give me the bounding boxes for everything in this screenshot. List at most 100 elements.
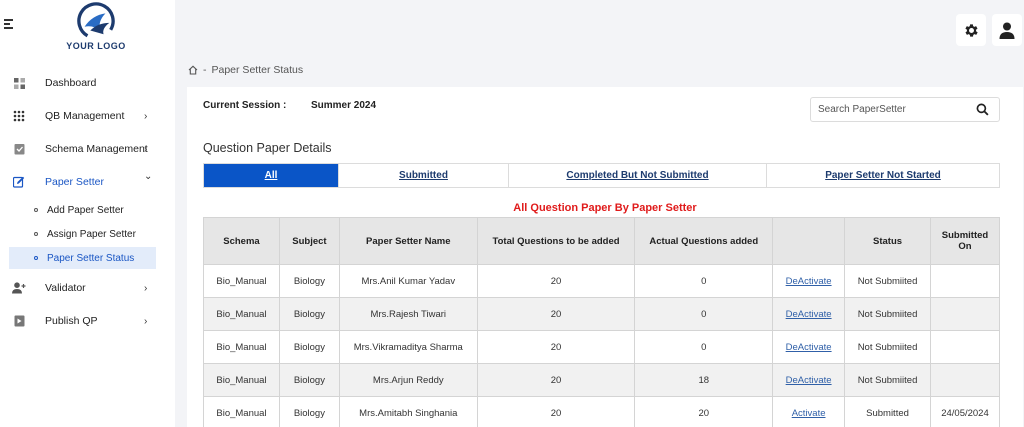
breadcrumb: - Paper Setter Status (188, 64, 303, 76)
clipboard-check-icon (12, 142, 26, 156)
sidebar-item-publish-qp[interactable]: Publish QP › (0, 307, 175, 335)
breadcrumb-separator: - (203, 64, 207, 76)
table-row: Bio_Manual Biology Mrs.Vikramaditya Shar… (203, 330, 1001, 364)
search-input[interactable] (811, 98, 971, 121)
dashboard-icon (12, 76, 26, 90)
cell-schema: Bio_Manual (203, 330, 280, 364)
cell-action: DeActivate (772, 264, 846, 298)
column-header-paper-setter-name: Paper Setter Name (338, 217, 478, 265)
cell-action: Activate (772, 396, 846, 427)
cell-actual: 0 (634, 264, 774, 298)
sidebar-subitem-assign-paper-setter[interactable]: Assign Paper Setter (9, 223, 156, 245)
column-header-schema: Schema (203, 217, 280, 265)
search-box (810, 97, 1000, 122)
cell-name: Mrs.Vikramaditya Sharma (338, 330, 478, 364)
grid-icon (12, 109, 26, 123)
cell-submitted-on (929, 264, 1001, 298)
logo-text: YOUR LOGO (66, 41, 126, 51)
tab-not-started[interactable]: Paper Setter Not Started (767, 164, 999, 187)
sidebar-item-validator[interactable]: Validator › (0, 274, 175, 302)
chevron-right-icon: › (144, 315, 148, 327)
deactivate-link[interactable]: DeActivate (786, 276, 832, 287)
cell-action: DeActivate (772, 363, 846, 397)
home-icon[interactable] (188, 65, 198, 75)
profile-button[interactable] (992, 14, 1022, 46)
table-header-row: Schema Subject Paper Setter Name Total Q… (203, 217, 1001, 265)
user-icon (999, 22, 1015, 39)
settings-button[interactable] (956, 14, 986, 46)
section-title: Question Paper Details (203, 141, 332, 155)
status-tabs: All Submitted Completed But Not Submitte… (203, 163, 1000, 188)
bullet-icon (34, 232, 38, 236)
table-row: Bio_Manual Biology Mrs.Arjun Reddy 20 18… (203, 363, 1001, 397)
sidebar-subitem-add-paper-setter[interactable]: Add Paper Setter (9, 199, 156, 221)
sidebar-item-label: Schema Management (45, 143, 148, 155)
cell-subject: Biology (278, 396, 340, 427)
deactivate-link[interactable]: DeActivate (786, 342, 832, 353)
sidebar-item-label: Dashboard (45, 77, 97, 89)
column-header-action (772, 217, 846, 265)
cell-status: Not Submiited (844, 264, 931, 298)
tab-completed-not-submitted[interactable]: Completed But Not Submitted (509, 164, 767, 187)
tab-all[interactable]: All (204, 164, 339, 187)
cell-action: DeActivate (772, 297, 846, 331)
cell-actual: 0 (634, 330, 774, 364)
sidebar-subitem-label: Paper Setter Status (47, 252, 135, 264)
logo-mark-icon (77, 2, 115, 40)
cell-subject: Biology (278, 363, 340, 397)
chevron-right-icon: › (144, 143, 148, 155)
app-root: YOUR LOGO Dashboard QB Management › Sche… (0, 0, 1024, 427)
cell-total: 20 (476, 363, 636, 397)
sidebar-item-qb-management[interactable]: QB Management › (0, 102, 175, 130)
sidebar-item-paper-setter[interactable]: Paper Setter ⌄ (0, 168, 175, 196)
cell-schema: Bio_Manual (203, 264, 280, 298)
cell-status: Not Submiited (844, 297, 931, 331)
edit-icon (12, 175, 26, 189)
cell-subject: Biology (278, 330, 340, 364)
table-caption: All Question Paper By Paper Setter (513, 202, 697, 214)
paper-setter-table: Schema Subject Paper Setter Name Total Q… (203, 217, 1001, 427)
cell-total: 20 (476, 396, 636, 427)
tab-submitted[interactable]: Submitted (339, 164, 509, 187)
table-row: Bio_Manual Biology Mrs.Amitabh Singhania… (203, 396, 1001, 427)
chevron-right-icon: › (144, 110, 148, 122)
sidebar-item-label: Validator (45, 282, 86, 294)
sidebar-subitem-paper-setter-status[interactable]: Paper Setter Status (9, 247, 156, 269)
cell-status: Not Submiited (844, 363, 931, 397)
user-add-icon (12, 281, 26, 295)
table-row: Bio_Manual Biology Mrs.Anil Kumar Yadav … (203, 264, 1001, 298)
cell-actual: 20 (634, 396, 774, 427)
cell-action: DeActivate (772, 330, 846, 364)
column-header-total-questions: Total Questions to be added (476, 217, 636, 265)
gear-icon (964, 23, 978, 37)
sidebar-item-dashboard[interactable]: Dashboard (0, 69, 175, 97)
cell-name: Mrs.Amitabh Singhania (338, 396, 478, 427)
cell-schema: Bio_Manual (203, 363, 280, 397)
cell-total: 20 (476, 297, 636, 331)
cell-subject: Biology (278, 264, 340, 298)
cell-name: Mrs.Rajesh Tiwari (338, 297, 478, 331)
sidebar-item-label: QB Management (45, 110, 125, 122)
cell-schema: Bio_Manual (203, 396, 280, 427)
cell-schema: Bio_Manual (203, 297, 280, 331)
cell-submitted-on: 24/05/2024 (929, 396, 1001, 427)
cell-status: Not Submiited (844, 330, 931, 364)
cell-actual: 18 (634, 363, 774, 397)
cell-name: Mrs.Arjun Reddy (338, 363, 478, 397)
activate-link[interactable]: Activate (792, 408, 826, 419)
column-header-status: Status (844, 217, 931, 265)
deactivate-link[interactable]: DeActivate (786, 309, 832, 320)
deactivate-link[interactable]: DeActivate (786, 375, 832, 386)
bullet-icon (34, 256, 38, 260)
sidebar-subitem-label: Assign Paper Setter (47, 228, 136, 240)
cell-submitted-on (929, 330, 1001, 364)
sidebar-item-label: Paper Setter (45, 176, 104, 188)
session-value: Summer 2024 (311, 100, 377, 111)
menu-toggle-icon[interactable] (4, 18, 16, 30)
search-icon[interactable] (976, 103, 989, 116)
sidebar-item-schema-management[interactable]: Schema Management › (0, 135, 175, 163)
cell-name: Mrs.Anil Kumar Yadav (338, 264, 478, 298)
table-row: Bio_Manual Biology Mrs.Rajesh Tiwari 20 … (203, 297, 1001, 331)
cell-submitted-on (929, 363, 1001, 397)
sidebar: YOUR LOGO Dashboard QB Management › Sche… (0, 0, 175, 427)
